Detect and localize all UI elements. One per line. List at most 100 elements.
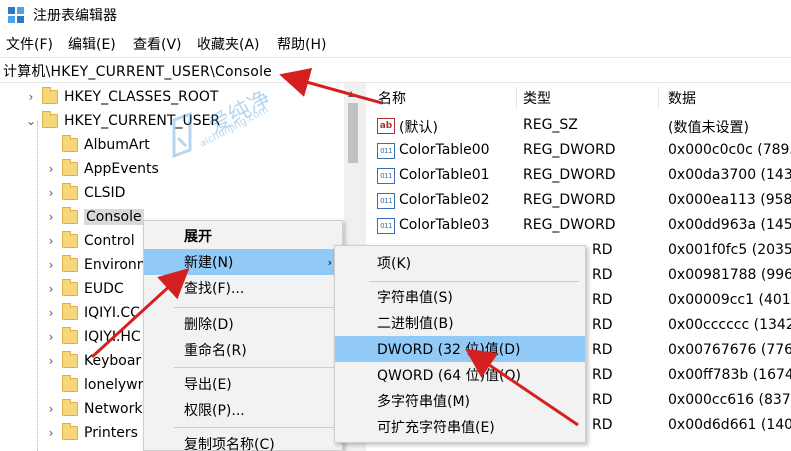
- value-data: 0x000cc616 (8371: [668, 392, 791, 408]
- submenu-item-multi-string-value[interactable]: 多字符串值(M): [335, 388, 585, 414]
- menu-edit[interactable]: 编辑(E): [68, 34, 116, 54]
- table-row[interactable]: ab (默认) REG_SZ (数值未设置): [366, 114, 791, 139]
- chevron-right-icon[interactable]: ›: [44, 282, 58, 296]
- table-row[interactable]: 011 ColorTable01 REG_DWORD 0x00da3700 (143: [366, 164, 791, 189]
- tree-item-clsid[interactable]: › CLSID: [44, 181, 125, 205]
- tree-item-control[interactable]: › Control: [44, 229, 135, 253]
- tree-item-environment[interactable]: › Environm: [44, 253, 150, 277]
- binary-value-icon: 011: [377, 168, 395, 184]
- tree-item-console[interactable]: › Console: [44, 205, 144, 229]
- value-data: 0x00981788 (996: [668, 267, 791, 283]
- menu-favorites[interactable]: 收藏夹(A): [197, 34, 260, 54]
- menu-item-delete[interactable]: 删除(D): [144, 311, 342, 337]
- address-bar[interactable]: 计算机\HKEY_CURRENT_USER\Console: [0, 57, 791, 83]
- address-path[interactable]: 计算机\HKEY_CURRENT_USER\Console: [3, 61, 272, 81]
- tree-item-printers[interactable]: › Printers: [44, 421, 138, 445]
- menu-item-export[interactable]: 导出(E): [144, 371, 342, 397]
- menu-item-copy-key-name[interactable]: 复制项名称(C): [144, 431, 342, 451]
- folder-icon: [62, 303, 78, 320]
- tree-item-label: IQIYI.CC: [84, 305, 140, 321]
- tree-item-iqiyi-hc[interactable]: › IQIYI.HC: [44, 325, 141, 349]
- folder-icon: [62, 423, 78, 440]
- chevron-right-icon[interactable]: ›: [44, 402, 58, 416]
- value-data: 0x00da3700 (143: [668, 167, 791, 183]
- folder-icon: [62, 207, 78, 224]
- chevron-right-icon[interactable]: ›: [44, 258, 58, 272]
- chevron-right-icon[interactable]: ›: [44, 234, 58, 248]
- tree-item-network[interactable]: › Network: [44, 397, 142, 421]
- value-data: 0x00dd963a (145: [668, 217, 791, 233]
- tree-item-keyboard[interactable]: › Keyboar: [44, 349, 141, 373]
- column-header-type[interactable]: 类型: [523, 83, 551, 113]
- tree-item-label: HKEY_CLASSES_ROOT: [64, 89, 219, 105]
- table-row[interactable]: 011 ColorTable00 REG_DWORD 0x000c0c0c (7895: [366, 139, 791, 164]
- tree-item-eudc[interactable]: › EUDC: [44, 277, 124, 301]
- column-header-data[interactable]: 数据: [668, 83, 696, 113]
- tree-item-albumart[interactable]: AlbumArt: [44, 133, 150, 157]
- value-type: RD: [592, 242, 613, 258]
- scrollbar-thumb[interactable]: [348, 103, 358, 163]
- value-type: RD: [592, 367, 613, 383]
- folder-icon: [62, 351, 78, 368]
- tree-item-lonelywr[interactable]: lonelywr: [44, 373, 143, 397]
- new-submenu: 项(K) 字符串值(S) 二进制值(B) DWORD (32 位)值(D) QW…: [334, 245, 586, 443]
- menu-item-find[interactable]: 查找(F)...: [144, 275, 342, 301]
- submenu-item-binary-value[interactable]: 二进制值(B): [335, 310, 585, 336]
- tree-item-label: AlbumArt: [84, 137, 150, 153]
- table-row[interactable]: 011 ColorTable03 REG_DWORD 0x00dd963a (145: [366, 214, 791, 239]
- registry-editor-window: 注册表编辑器 文件(F) 编辑(E) 查看(V) 收藏夹(A) 帮助(H) 计算…: [0, 0, 791, 451]
- value-type: RD: [592, 417, 613, 433]
- submenu-item-expandable-string-value[interactable]: 可扩充字符串值(E): [335, 414, 585, 440]
- submenu-item-string-value[interactable]: 字符串值(S): [335, 284, 585, 310]
- menu-item-permissions[interactable]: 权限(P)...: [144, 397, 342, 423]
- value-type: RD: [592, 292, 613, 308]
- value-data: 0x00767676 (776: [668, 342, 791, 358]
- tree-item-label: EUDC: [84, 281, 124, 297]
- chevron-right-icon[interactable]: ›: [44, 306, 58, 320]
- window-title: 注册表编辑器: [33, 8, 117, 24]
- tree-item-label: Network: [84, 401, 143, 417]
- menu-help[interactable]: 帮助(H): [277, 34, 326, 54]
- value-data: 0x00ff783b (1674: [668, 367, 791, 383]
- chevron-right-icon[interactable]: ›: [44, 354, 58, 368]
- value-name: ColorTable02: [399, 192, 490, 208]
- submenu-item-dword-value[interactable]: DWORD (32 位)值(D): [335, 336, 585, 362]
- menu-view[interactable]: 查看(V): [133, 34, 182, 54]
- submenu-item-key[interactable]: 项(K): [335, 250, 585, 276]
- chevron-right-icon[interactable]: ›: [44, 162, 58, 176]
- tree-item-iqiyi-cc[interactable]: › IQIYI.CC: [44, 301, 140, 325]
- value-type: REG_DWORD: [523, 142, 616, 158]
- menu-file[interactable]: 文件(F): [6, 34, 53, 54]
- value-name: ColorTable01: [399, 167, 490, 183]
- menu-item-new[interactable]: 新建(N) ›: [144, 249, 342, 275]
- folder-icon: [62, 159, 78, 176]
- chevron-right-icon[interactable]: ›: [44, 186, 58, 200]
- tree-item-label: Environm: [84, 257, 151, 273]
- scroll-up-icon[interactable]: ▲: [348, 89, 354, 98]
- value-type: RD: [592, 317, 613, 333]
- tree-item-hkcr[interactable]: › HKEY_CLASSES_ROOT: [24, 85, 218, 109]
- folder-icon: [42, 111, 58, 128]
- folder-icon: [62, 183, 78, 200]
- chevron-down-icon[interactable]: ⌄: [24, 114, 38, 128]
- table-row[interactable]: 011 ColorTable02 REG_DWORD 0x000ea113 (958: [366, 189, 791, 214]
- menu-item-expand[interactable]: 展开: [144, 223, 342, 249]
- menu-item-rename[interactable]: 重命名(R): [144, 337, 342, 363]
- column-header-name[interactable]: 名称: [378, 83, 406, 113]
- watermark-logo-icon: [172, 111, 192, 159]
- folder-icon: [62, 255, 78, 272]
- chevron-right-icon[interactable]: ›: [44, 210, 58, 224]
- value-type: REG_DWORD: [523, 192, 616, 208]
- value-name: ColorTable03: [399, 217, 490, 233]
- value-type: RD: [592, 392, 613, 408]
- submenu-item-qword-value[interactable]: QWORD (64 位)值(Q): [335, 362, 585, 388]
- binary-value-icon: 011: [377, 218, 395, 234]
- context-menu: 展开 新建(N) › 查找(F)... 删除(D) 重命名(R) 导出(E) 权…: [143, 220, 343, 451]
- value-data: 0x001f0fc5 (2035: [668, 242, 791, 258]
- chevron-right-icon[interactable]: ›: [44, 426, 58, 440]
- tree-item-label: Console: [84, 209, 144, 225]
- chevron-right-icon[interactable]: ›: [44, 330, 58, 344]
- chevron-right-icon[interactable]: ›: [24, 90, 38, 104]
- tree-item-appevents[interactable]: › AppEvents: [44, 157, 159, 181]
- value-type: REG_DWORD: [523, 217, 616, 233]
